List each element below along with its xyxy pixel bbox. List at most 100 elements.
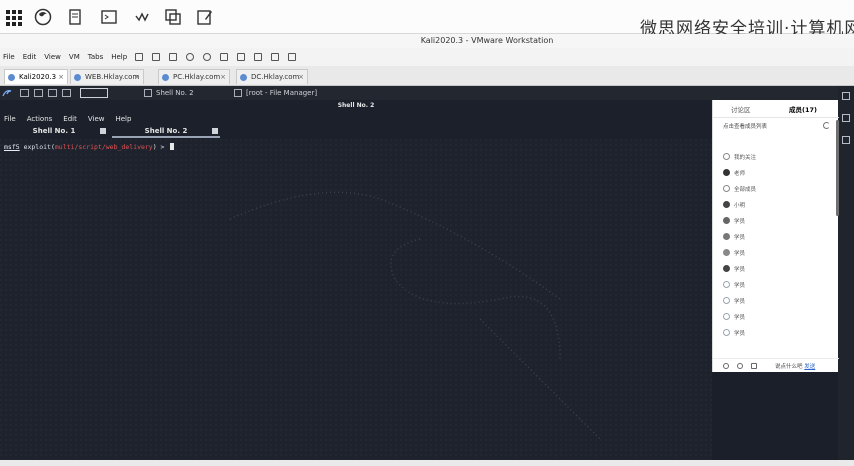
- host-bottom-bar: [0, 460, 854, 466]
- firefox-icon[interactable]: [34, 8, 52, 26]
- list-item-label: 小明: [734, 203, 746, 209]
- snapshot-manager-icon[interactable]: [203, 53, 212, 61]
- kali-menu-icon[interactable]: [2, 88, 12, 98]
- task-label: Shell No. 2: [156, 89, 194, 97]
- fullscreen-icon[interactable]: [220, 53, 229, 61]
- tab-members[interactable]: 成员(17): [789, 104, 817, 114]
- tab-shell-2[interactable]: Shell No. 2 x: [112, 126, 220, 138]
- vmware-tabs: Kali2020.3 × WEB.Hklay.com × PC.Hklay.co…: [0, 66, 854, 86]
- vmware-icon[interactable]: [134, 8, 152, 26]
- message-input[interactable]: 说点什么吧 发送: [775, 362, 815, 370]
- tab-web[interactable]: WEB.Hklay.com ×: [70, 69, 144, 84]
- snapshot-icon[interactable]: [169, 53, 178, 61]
- tab-pc[interactable]: PC.Hklay.com ×: [158, 69, 230, 84]
- suspend-icon[interactable]: [135, 53, 144, 61]
- chat-panel: 讨论区 成员(17) 点击查看成员列表 我的关注 老师 全部成员 小明 学员 学…: [712, 100, 839, 372]
- notes-app-icon[interactable]: [66, 8, 84, 26]
- avatar: [723, 265, 730, 272]
- terminal-menubar: File Actions Edit View Help: [0, 112, 712, 125]
- avatar: [723, 297, 730, 304]
- tab-kali[interactable]: Kali2020.3 ×: [4, 69, 68, 84]
- menu-file[interactable]: File: [3, 53, 15, 61]
- folder-icon[interactable]: [34, 89, 43, 97]
- close-icon[interactable]: ×: [134, 70, 140, 85]
- terminal-app-icon[interactable]: [100, 8, 118, 26]
- list-item-label: 老师: [734, 171, 746, 177]
- menu-vm[interactable]: VM: [69, 53, 80, 61]
- taskbar-item-file-manager[interactable]: [root - File Manager]: [234, 86, 317, 100]
- screen: 微思网络安全培训·计算机网络 Kali2020.3 - VMware Works…: [0, 0, 854, 466]
- scrollbar[interactable]: [836, 120, 839, 216]
- taskbar-item-shell[interactable]: Shell No. 2: [144, 86, 194, 100]
- text-cursor: [170, 143, 175, 150]
- apps-grid-icon[interactable]: [4, 8, 22, 26]
- kali-dragon-watermark: [0, 139, 712, 460]
- close-icon[interactable]: ×: [220, 70, 226, 85]
- tab-label: Kali2020.3: [19, 73, 57, 81]
- avatar: [723, 201, 730, 208]
- browser-icon[interactable]: [62, 89, 71, 97]
- vmware-title-text: Kali2020.3 - VMware Workstation: [420, 36, 554, 45]
- settings-icon[interactable]: [288, 53, 297, 61]
- revert-snapshot-icon[interactable]: [186, 53, 195, 61]
- microphone-icon[interactable]: [723, 363, 729, 369]
- tab-label: Shell No. 2: [144, 127, 188, 135]
- text-editor-icon[interactable]: [196, 8, 214, 26]
- tab-label: DC.Hklay.com: [251, 73, 300, 81]
- menu-edit[interactable]: Edit: [23, 53, 37, 61]
- kali-top-panel: Shell No. 2 [root - File Manager]: [0, 86, 854, 100]
- input-placeholder: 说点什么吧: [775, 364, 803, 370]
- close-icon[interactable]: ×: [298, 70, 304, 85]
- prompt-suffix: ) >: [152, 143, 169, 151]
- menu-view[interactable]: View: [88, 115, 105, 123]
- terminal-tabs: Shell No. 1 x Shell No. 2 x: [0, 125, 712, 139]
- refresh-icon[interactable]: [823, 122, 830, 129]
- menu-actions[interactable]: Actions: [27, 115, 53, 123]
- workspace-icon[interactable]: [20, 89, 29, 97]
- image-icon[interactable]: [751, 363, 757, 369]
- menu-edit[interactable]: Edit: [63, 115, 77, 123]
- power-icon[interactable]: [842, 136, 850, 144]
- send-link[interactable]: 发送: [804, 364, 815, 370]
- emoji-icon[interactable]: [737, 363, 743, 369]
- notification-icon[interactable]: [842, 114, 850, 122]
- minimize-icon[interactable]: [842, 92, 850, 100]
- chevron-icon: [723, 153, 730, 160]
- avatar: [723, 281, 730, 288]
- avatar: [723, 249, 730, 256]
- menu-tabs[interactable]: Tabs: [88, 53, 104, 61]
- list-item-label: 学员: [734, 315, 746, 321]
- vmware-workstation-icon[interactable]: [164, 8, 182, 26]
- close-icon[interactable]: x: [212, 128, 218, 134]
- menu-help[interactable]: Help: [115, 115, 131, 123]
- tab-shell-1[interactable]: Shell No. 1 x: [0, 126, 108, 138]
- send-ctrl-alt-del-icon[interactable]: [152, 53, 161, 61]
- chat-tabs: 讨论区 成员(17): [713, 100, 839, 118]
- menu-file[interactable]: File: [4, 115, 16, 123]
- tab-dc[interactable]: DC.Hklay.com ×: [236, 69, 308, 84]
- right-panel-strip: [838, 86, 854, 460]
- terminal-icon[interactable]: [48, 89, 57, 97]
- stretch-icon[interactable]: [271, 53, 280, 61]
- workspace-switcher[interactable]: [80, 88, 108, 98]
- tab-discuss[interactable]: 讨论区: [731, 104, 751, 114]
- list-item-label: 学员: [734, 251, 746, 257]
- folder-icon: [234, 89, 242, 97]
- close-icon[interactable]: ×: [58, 70, 64, 85]
- menu-help[interactable]: Help: [111, 53, 127, 61]
- vm-icon: [8, 74, 15, 81]
- menu-view[interactable]: View: [44, 53, 61, 61]
- avatar: [723, 169, 730, 176]
- chevron-icon: [723, 185, 730, 192]
- members-subtitle: 点击查看成员列表: [723, 124, 768, 130]
- console-view-icon[interactable]: [254, 53, 263, 61]
- avatar: [723, 217, 730, 224]
- terminal-icon: [144, 89, 152, 97]
- close-icon[interactable]: x: [100, 128, 106, 134]
- command-prompt: msf5 exploit(multi/script/web_delivery) …: [4, 143, 175, 151]
- tab-label: Shell No. 1: [32, 127, 76, 135]
- terminal-output[interactable]: msf5 exploit(multi/script/web_delivery) …: [0, 139, 712, 460]
- unity-icon[interactable]: [237, 53, 246, 61]
- chat-footer: 说点什么吧 发送: [713, 358, 839, 372]
- list-item-label: 全部成员: [734, 187, 757, 193]
